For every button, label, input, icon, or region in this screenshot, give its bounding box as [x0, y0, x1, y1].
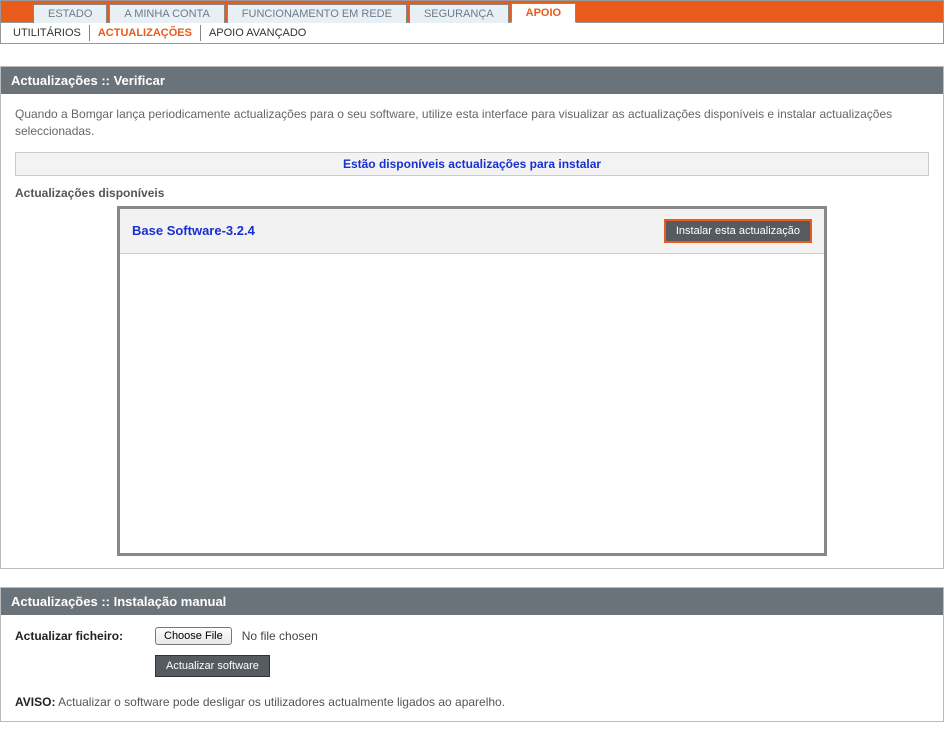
panel-manual-title: Actualizações :: Instalação manual	[1, 588, 943, 615]
choose-file-button[interactable]: Choose File	[155, 627, 232, 645]
subtab-actualizacoes[interactable]: ACTUALIZAÇÕES	[90, 25, 201, 41]
update-software-button[interactable]: Actualizar software	[155, 655, 270, 677]
panel-verify-updates: Actualizações :: Verificar Quando a Bomg…	[0, 66, 944, 569]
submit-row: Actualizar software	[15, 655, 929, 677]
warning-body: Actualizar o software pode desligar os u…	[55, 695, 505, 709]
verify-description: Quando a Bomgar lança periodicamente act…	[15, 106, 929, 140]
warning-text: AVISO: Actualizar o software pode deslig…	[15, 695, 929, 709]
tab-estado[interactable]: ESTADO	[33, 4, 107, 23]
main-tab-bar: ESTADO A MINHA CONTA FUNCIONAMENTO EM RE…	[0, 0, 944, 22]
tab-apoio[interactable]: APOIO	[511, 3, 576, 23]
subtab-utilitarios[interactable]: UTILITÁRIOS	[5, 25, 90, 41]
sub-tab-bar: UTILITÁRIOS ACTUALIZAÇÕES APOIO AVANÇADO	[0, 22, 944, 44]
file-label: Actualizar ficheiro:	[15, 629, 145, 643]
install-update-button[interactable]: Instalar esta actualização	[664, 219, 812, 243]
file-status-text: No file chosen	[242, 629, 318, 643]
subtab-apoio-avancado[interactable]: APOIO AVANÇADO	[201, 25, 314, 41]
update-name: Base Software-3.2.4	[132, 223, 255, 238]
updates-available-notice: Estão disponíveis actualizações para ins…	[15, 152, 929, 176]
tab-seguranca[interactable]: SEGURANÇA	[409, 4, 509, 23]
tab-funcionamento-rede[interactable]: FUNCIONAMENTO EM REDE	[227, 4, 407, 23]
update-row: Base Software-3.2.4 Instalar esta actual…	[120, 209, 824, 254]
warning-prefix: AVISO:	[15, 695, 55, 709]
file-row: Actualizar ficheiro: Choose File No file…	[15, 627, 929, 645]
panel-verify-title: Actualizações :: Verificar	[1, 67, 943, 94]
tab-minha-conta[interactable]: A MINHA CONTA	[109, 4, 224, 23]
available-updates-box: Base Software-3.2.4 Instalar esta actual…	[117, 206, 827, 556]
panel-manual-install: Actualizações :: Instalação manual Actua…	[0, 587, 944, 722]
available-updates-heading: Actualizações disponíveis	[15, 186, 929, 200]
